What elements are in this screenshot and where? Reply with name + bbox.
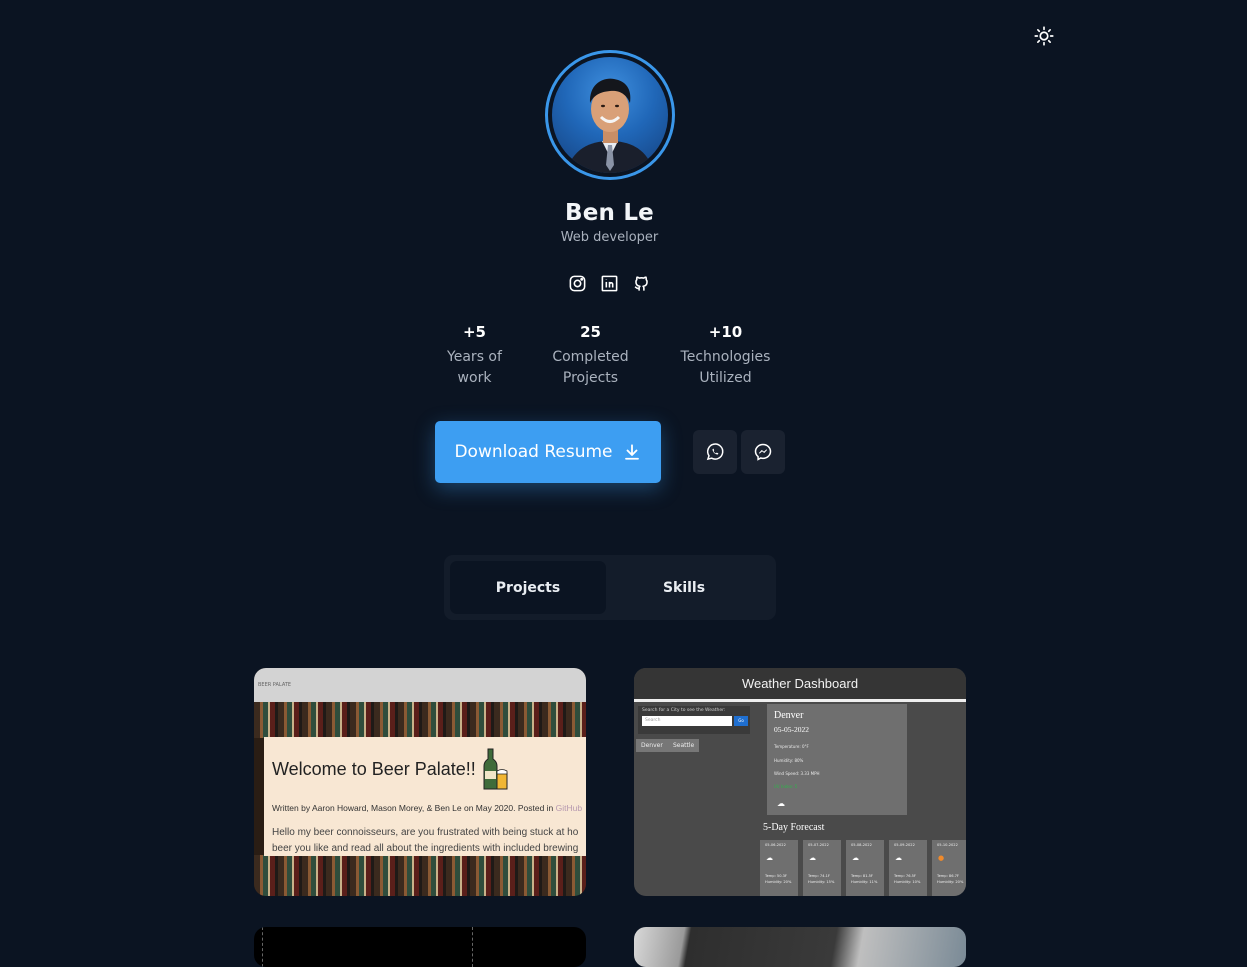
stat-value: 25	[580, 323, 601, 341]
bottle-shelf-image	[254, 855, 586, 896]
weather-search-input: Search	[642, 716, 732, 726]
weather-forecast-card: 05-08-2022 ☁ Temp: 81.5F Humidity: 11%	[846, 840, 884, 896]
sun-icon	[1034, 26, 1054, 46]
project-card-weather-dashboard[interactable]: Weather Dashboard Search for a City to s…	[634, 668, 966, 896]
bottle-shelf-image	[254, 702, 586, 738]
weather-humidity: Humidity: 80%	[774, 758, 804, 763]
stat-label: Years of work	[447, 349, 502, 386]
cloud-icon: ☁	[895, 854, 902, 862]
weather-search-label: Search for a City to see the Weather:	[642, 708, 726, 713]
project-thumb-header: BEER PALATE	[254, 668, 586, 702]
project-thumb-byline: Written by Aaron Howard, Mason Morey, & …	[272, 803, 583, 813]
actions-row: Download Resume	[434, 421, 785, 483]
sun-icon: ●	[938, 854, 945, 862]
stat-value: +10	[708, 323, 743, 341]
social-links	[568, 273, 652, 293]
instagram-icon	[569, 275, 586, 291]
weather-forecast-card: 05-07-2022 ☁ Temp: 74.1F Humidity: 15%	[803, 840, 841, 896]
project-thumb-brand: BEER PALATE	[258, 682, 292, 688]
project-card-partial[interactable]	[254, 927, 586, 967]
weather-current-panel: Denver 05-05-2022 Temperature: 0°F Humid…	[767, 704, 907, 815]
project-thumb-panel: Welcome to Beer Palate!! Written by Aaro…	[264, 737, 586, 856]
weather-date: 05-05-2022	[774, 725, 809, 734]
stat-label: Technologies Utilized	[680, 349, 771, 386]
github-icon	[634, 275, 648, 291]
tab-projects[interactable]: Projects	[450, 561, 606, 614]
avatar	[551, 57, 668, 173]
cloud-icon: ☁	[852, 854, 859, 862]
weather-city-chip: Denver	[636, 739, 668, 752]
linkedin-link[interactable]	[600, 273, 620, 293]
cloud-icon: ☁	[809, 854, 816, 862]
messenger-icon	[754, 443, 771, 461]
weather-temperature: Temperature: 0°F	[774, 744, 809, 749]
download-resume-label: Download Resume	[454, 442, 613, 462]
weather-forecast-card: 05-06-2022 ☁ Temp: 50.3F Humidity: 20%	[760, 840, 798, 896]
project-card-beer-palate[interactable]: BEER PALATE Welcome to Beer Palate!! Wri…	[254, 668, 586, 896]
weather-uv: UV Index: 5	[774, 784, 798, 789]
stat-label: Completed Projects	[552, 349, 629, 386]
section-tabs: Projects Skills	[444, 555, 776, 620]
profile-section: Ben Le Web developer +5 Years of work 25…	[0, 50, 1219, 483]
weather-forecast-card: 05-10-2022 ● Temp: 86.7F Humidity: 20%	[932, 840, 966, 896]
weather-city-chip: Seattle	[668, 739, 700, 752]
instagram-link[interactable]	[568, 273, 588, 293]
whatsapp-icon	[706, 443, 723, 461]
weather-wind: Wind Speed: 3.33 MPH	[774, 771, 820, 776]
avatar-ring	[544, 50, 675, 180]
theme-toggle-button[interactable]	[1032, 24, 1056, 48]
download-icon	[624, 444, 639, 460]
cloud-icon: ☁	[777, 799, 785, 808]
weather-forecast-card: 05-09-2022 ☁ Temp: 76.5F Humidity: 10%	[889, 840, 927, 896]
github-link[interactable]	[632, 273, 652, 293]
project-thumb-title: Welcome to Beer Palate!!	[272, 759, 476, 779]
beer-bottle-icon	[483, 748, 508, 790]
stat-projects: 25 Completed Projects	[533, 323, 649, 389]
cloud-icon: ☁	[766, 854, 773, 862]
project-thumb-body: Hello my beer connoisseurs, are you frus…	[272, 827, 579, 854]
tab-skills[interactable]: Skills	[606, 561, 762, 614]
project-thumb-title: Weather Dashboard	[634, 668, 966, 702]
weather-city: Denver	[774, 710, 804, 721]
linkedin-icon	[601, 275, 618, 291]
weather-go-button: Go	[734, 716, 748, 726]
stats-row: +5 Years of work 25 Completed Projects +10…	[417, 323, 803, 389]
stat-value: +5	[462, 323, 486, 341]
weather-forecast-title: 5-Day Forecast	[763, 822, 825, 833]
messenger-button[interactable]	[740, 430, 785, 474]
project-card-partial[interactable]	[634, 927, 966, 967]
whatsapp-button[interactable]	[692, 430, 737, 474]
download-resume-button[interactable]: Download Resume	[434, 421, 661, 483]
stat-years: +5 Years of work	[417, 323, 533, 389]
profile-name: Ben Le	[565, 200, 654, 226]
stat-technologies: +10 Technologies Utilized	[649, 323, 803, 389]
profile-role: Web developer	[560, 230, 659, 245]
